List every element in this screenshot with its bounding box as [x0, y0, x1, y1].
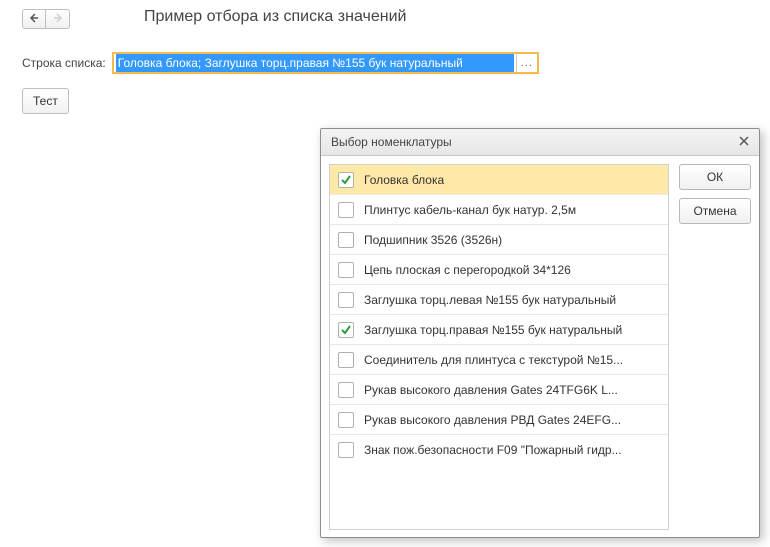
list-item[interactable]: Рукав высокого давления РВД Gates 24EFG.… — [330, 405, 668, 435]
list-item-label: Рукав высокого давления Gates 24TFG6K L.… — [364, 383, 618, 397]
open-picker-button[interactable]: ... — [516, 54, 537, 72]
field-label: Строка списка: — [22, 56, 106, 70]
nav-back-button[interactable] — [22, 9, 46, 29]
list-item[interactable]: Соединитель для плинтуса с текстурой №15… — [330, 345, 668, 375]
list-item-label: Цепь плоская с перегородкой 34*126 — [364, 263, 571, 277]
selection-dialog: Выбор номенклатуры Головка блока Плинтус … — [320, 128, 760, 538]
list-item[interactable]: Подшипник 3526 (3526н) — [330, 225, 668, 255]
list-item[interactable]: Головка блока — [330, 165, 668, 195]
list-item-label: Соединитель для плинтуса с текстурой №15… — [364, 353, 623, 367]
dialog-title: Выбор номенклатуры — [331, 135, 735, 149]
arrow-right-icon — [53, 12, 63, 26]
checkbox[interactable] — [338, 382, 354, 398]
checkbox[interactable] — [338, 262, 354, 278]
list-item-label: Подшипник 3526 (3526н) — [364, 233, 502, 247]
checkbox[interactable] — [338, 232, 354, 248]
dialog-close-button[interactable] — [735, 133, 753, 151]
list-item-label: Плинтус кабель-канал бук натур. 2,5м — [364, 203, 576, 217]
list-item[interactable]: Знак пож.безопасности F09 "Пожарный гидр… — [330, 435, 668, 465]
items-list[interactable]: Головка блока Плинтус кабель-канал бук на… — [329, 164, 669, 530]
test-button-label: Тест — [33, 94, 58, 108]
list-item[interactable]: Заглушка торц.левая №155 бук натуральный — [330, 285, 668, 315]
list-item-label: Заглушка торц.правая №155 бук натуральны… — [364, 323, 622, 337]
checkbox[interactable] — [338, 322, 354, 338]
ok-button-label: ОК — [707, 170, 723, 184]
checkbox[interactable] — [338, 292, 354, 308]
nav-forward-button[interactable] — [46, 9, 70, 29]
list-item[interactable]: Цепь плоская с перегородкой 34*126 — [330, 255, 668, 285]
list-string-value: Головка блока; Заглушка торц.правая №155… — [116, 54, 514, 72]
checkbox[interactable] — [338, 202, 354, 218]
checkbox[interactable] — [338, 172, 354, 188]
close-icon — [739, 135, 749, 149]
checkbox[interactable] — [338, 352, 354, 368]
list-item-label: Знак пож.безопасности F09 "Пожарный гидр… — [364, 443, 622, 457]
checkbox[interactable] — [338, 442, 354, 458]
checkbox[interactable] — [338, 412, 354, 428]
cancel-button[interactable]: Отмена — [679, 198, 751, 224]
list-item-label: Рукав высокого давления РВД Gates 24EFG.… — [364, 413, 621, 427]
test-button[interactable]: Тест — [22, 88, 69, 114]
list-item[interactable]: Плинтус кабель-канал бук натур. 2,5м — [330, 195, 668, 225]
ok-button[interactable]: ОК — [679, 164, 751, 190]
list-item-label: Головка блока — [364, 173, 444, 187]
cancel-button-label: Отмена — [693, 204, 736, 218]
list-item[interactable]: Заглушка торц.правая №155 бук натуральны… — [330, 315, 668, 345]
arrow-left-icon — [29, 12, 39, 26]
list-string-input[interactable]: Головка блока; Заглушка торц.правая №155… — [112, 52, 539, 74]
list-item[interactable]: Рукав высокого давления Gates 24TFG6K L.… — [330, 375, 668, 405]
list-item-label: Заглушка торц.левая №155 бук натуральный — [364, 293, 616, 307]
dialog-titlebar[interactable]: Выбор номенклатуры — [321, 129, 759, 156]
page-title: Пример отбора из списка значений — [144, 8, 406, 26]
